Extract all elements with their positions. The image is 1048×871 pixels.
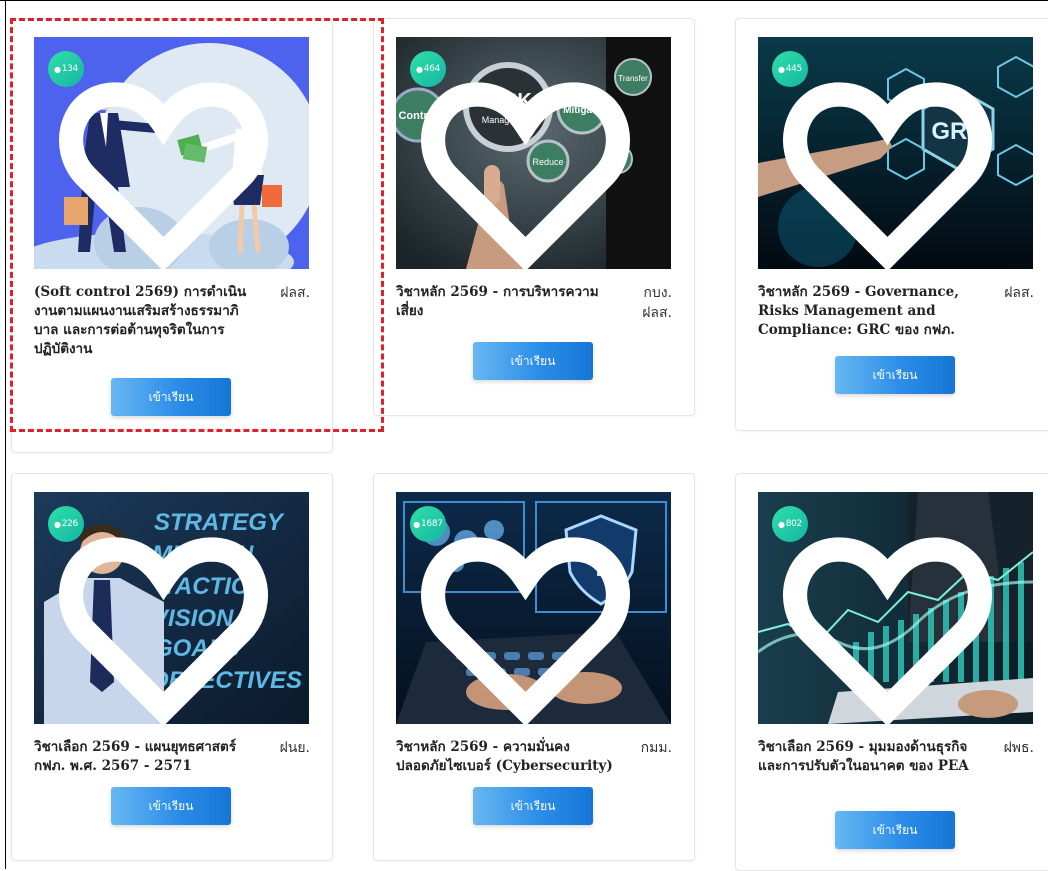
course-card: Control RISK Management Mitigate Transfe… [373, 18, 695, 416]
course-title[interactable]: วิชาหลัก 2569 - การบริหารความเสี่ยง [396, 283, 616, 321]
course-card: ● 802 วิชาเลือก 2569 - มุมมองด้านธุรกิจแล… [735, 473, 1048, 871]
course-department: ฝลส. [280, 285, 310, 301]
screenshot-frame-left [5, 0, 6, 869]
enroll-button[interactable]: เข้าเรียน [111, 787, 231, 825]
course-thumbnail[interactable]: Control RISK Management Mitigate Transfe… [396, 37, 671, 269]
course-department: ฝนย. [279, 740, 310, 756]
enroll-button[interactable]: เข้าเรียน [473, 787, 593, 825]
heart-icon[interactable] [758, 506, 1025, 724]
course-card: STRATEGY MISSION TACTICS VISION GOALS OB… [11, 473, 333, 861]
course-card: ● 134 (Soft control 2569) การดำเนินงานตาม… [11, 18, 333, 453]
heart-icon[interactable] [396, 506, 663, 724]
heart-icon[interactable] [34, 506, 301, 724]
course-title[interactable]: (Soft control 2569) การดำเนินงานตามแผนงา… [34, 283, 254, 359]
enroll-button[interactable]: เข้าเรียน [835, 356, 955, 394]
course-department: ฝลส. [1004, 285, 1034, 301]
heart-icon[interactable] [34, 51, 301, 269]
enroll-button[interactable]: เข้าเรียน [111, 378, 231, 416]
course-title[interactable]: วิชาหลัก 2569 - Governance, Risks Manage… [758, 283, 978, 340]
course-department: ฝพธ. [1003, 740, 1034, 756]
screenshot-frame-top [0, 0, 1048, 1]
course-department: กมม. [640, 740, 672, 756]
course-thumbnail[interactable]: GRC ● 445 [758, 37, 1033, 269]
course-thumbnail[interactable]: ● 802 [758, 492, 1033, 724]
course-title[interactable]: วิชาหลัก 2569 - ความมั่นคงปลอดภัยไซเบอร์… [396, 738, 616, 776]
enroll-button[interactable]: เข้าเรียน [473, 342, 593, 380]
course-thumbnail[interactable]: STRATEGY MISSION TACTICS VISION GOALS OB… [34, 492, 309, 724]
heart-icon[interactable] [396, 51, 663, 269]
course-title[interactable]: วิชาเลือก 2569 - แผนยุทธศาสตร์ กฟภ. พ.ศ.… [34, 738, 254, 776]
heart-icon[interactable] [758, 51, 1025, 269]
course-department: กบง. ฝลส. [642, 285, 672, 321]
course-thumbnail[interactable]: ● 1687 [396, 492, 671, 724]
course-thumbnail[interactable]: ● 134 [34, 37, 309, 269]
course-title[interactable]: วิชาเลือก 2569 - มุมมองด้านธุรกิจและการป… [758, 738, 978, 776]
enroll-button[interactable]: เข้าเรียน [835, 811, 955, 849]
course-card: ● 1687 วิชาหลัก 2569 - ความมั่นคงปลอดภัยไ… [373, 473, 695, 861]
course-card: GRC ● 445 วิชาหลัก 2569 - Governance, Ris… [735, 18, 1048, 431]
